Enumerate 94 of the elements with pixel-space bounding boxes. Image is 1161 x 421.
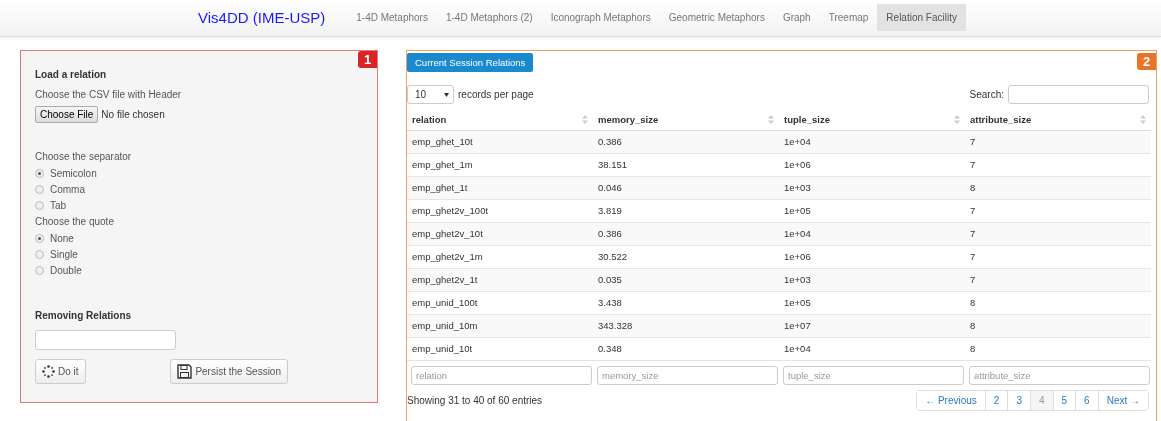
radio-button[interactable] [35, 249, 44, 259]
table-cell: 0.046 [598, 182, 622, 193]
table-cell: 1e+04 [784, 136, 811, 147]
panel-tag: Current Session Relations [407, 53, 534, 72]
table-cell: 7 [970, 228, 976, 239]
field-label: Choose the quote [35, 215, 115, 227]
table-cell: emp_ghet2v_1t [412, 274, 478, 285]
section-title: Load a relation [35, 69, 108, 80]
do-it-button[interactable]: Do it [35, 359, 86, 384]
nav-tab[interactable]: Iconograph Metaphors [541, 4, 660, 31]
table-cell: 0.348 [598, 343, 622, 354]
nav-tab[interactable]: 1-4D Metaphors (2) [436, 4, 542, 31]
table-cell: 1e+03 [784, 182, 811, 193]
radio-label: Single [50, 248, 78, 260]
column-filter-field[interactable]: attribute_size [969, 365, 1150, 385]
column-header[interactable]: memory_size [598, 113, 659, 125]
nav-tab[interactable]: Relation Facility [877, 4, 966, 31]
table-cell: emp_ghet2v_100t [412, 205, 489, 216]
page-size-label: records per page [458, 89, 534, 100]
column-header[interactable]: attribute_size [970, 113, 1032, 125]
radio-button[interactable] [35, 233, 44, 243]
table-cell: 38.151 [598, 159, 628, 170]
table-cell: emp_unid_10m [412, 320, 478, 331]
choose-file-button[interactable]: Choose File [35, 106, 99, 123]
relation-input[interactable] [35, 330, 176, 350]
column-filter-field[interactable]: relation [411, 365, 592, 385]
section-title: Removing Relations [35, 310, 133, 322]
table-cell: 8 [970, 297, 976, 308]
page-size-select[interactable]: 10 [407, 85, 454, 104]
brand-link[interactable]: Vis4DD (IME-USP) [198, 4, 326, 31]
page-link[interactable]: Next → [1097, 390, 1148, 410]
nav-tab[interactable]: Treemap [819, 4, 878, 31]
table-cell: emp_ghet_10t [412, 136, 473, 147]
table-cell: 7 [970, 159, 976, 170]
column-header[interactable]: relation [412, 113, 447, 125]
table-cell: 1e+06 [784, 159, 811, 170]
caret-icon [444, 92, 449, 97]
search-field[interactable] [1008, 85, 1149, 104]
table-cell: 8 [970, 343, 976, 354]
search-label: Search: [969, 89, 1004, 100]
radio-label: Semicolon [50, 167, 97, 179]
table-cell: 1e+05 [784, 297, 811, 308]
column-header[interactable]: tuple_size [784, 113, 830, 125]
table-cell: 1e+05 [784, 205, 811, 216]
radio-button[interactable] [35, 168, 44, 178]
radio-label: None [50, 232, 74, 244]
panel-badge: 1 [358, 51, 377, 68]
radio-label: Double [50, 264, 82, 276]
table-cell: 7 [970, 136, 976, 147]
table-cell: 1e+04 [784, 228, 811, 239]
panel-badge: 2 [1137, 53, 1156, 70]
nav-tab[interactable]: Graph [773, 4, 820, 31]
field-label: Choose the CSV file with Header [35, 89, 183, 100]
spinner-icon [42, 365, 55, 378]
radio-label: Comma [50, 183, 85, 195]
table-cell: emp_unid_10t [412, 343, 473, 354]
table-cell: emp_ghet_1t [412, 182, 468, 193]
table-cell: emp_ghet2v_1m [412, 251, 483, 262]
table-cell: 7 [970, 251, 976, 262]
table-cell: 7 [970, 274, 976, 285]
page-link[interactable]: 4 [1029, 390, 1053, 410]
radio-button[interactable] [35, 200, 44, 210]
table-cell: 0.386 [598, 228, 622, 239]
table-cell: 1e+03 [784, 274, 811, 285]
table-cell: emp_ghet2v_10t [412, 228, 483, 239]
persist-session-button[interactable]: Persist the Session [170, 359, 288, 384]
table-cell: 7 [970, 205, 976, 216]
sort-icon[interactable] [954, 114, 960, 124]
sort-icon[interactable] [768, 114, 774, 124]
table-cell: 1e+04 [784, 343, 811, 354]
radio-button[interactable] [35, 265, 44, 275]
table-cell: 8 [970, 320, 976, 331]
sort-icon[interactable] [582, 114, 588, 124]
file-status: No file chosen [101, 109, 165, 120]
table-cell: 1e+06 [784, 251, 811, 262]
column-filter-field[interactable]: memory_size [597, 365, 778, 385]
nav-tab[interactable]: Geometric Metaphors [659, 4, 774, 31]
column-filter-field[interactable]: tuple_size [783, 365, 964, 385]
radio-button[interactable] [35, 184, 44, 194]
table-cell: 0.035 [598, 274, 622, 285]
entries-info: Showing 31 to 40 of 60 entries [407, 394, 543, 406]
table-cell: 343.328 [598, 320, 633, 331]
table-cell: 0.386 [598, 136, 622, 147]
table-cell: 3.819 [598, 205, 622, 216]
table-cell: 30.522 [598, 251, 628, 262]
table-cell: emp_ghet_1m [412, 159, 473, 170]
table-cell: emp_unid_100t [412, 297, 478, 308]
table-cell: 3.438 [598, 297, 622, 308]
table-cell: 8 [970, 182, 976, 193]
sort-icon[interactable] [1140, 114, 1146, 124]
nav-tab[interactable]: 1-4D Metaphors [347, 4, 437, 31]
table-cell: 1e+07 [784, 320, 811, 331]
field-label: Choose the separator [35, 150, 133, 162]
radio-label: Tab [50, 199, 67, 211]
